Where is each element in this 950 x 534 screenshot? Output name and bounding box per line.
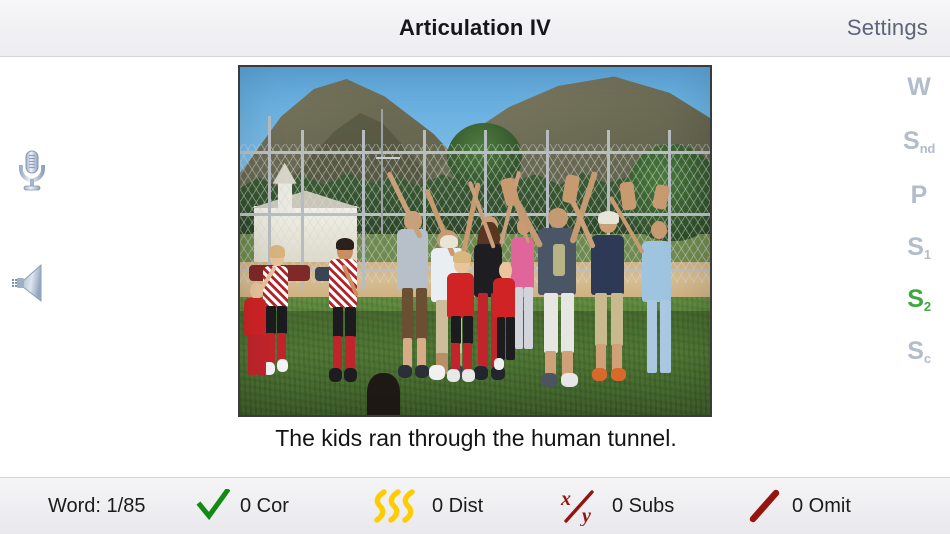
rail-letter-sub: c [923, 351, 931, 366]
stimulus-photo[interactable] [238, 65, 712, 417]
rail-letter-main: S [903, 127, 920, 155]
app-header: Articulation IV Settings [0, 0, 950, 57]
svg-text:y: y [580, 505, 591, 526]
page-title: Articulation IV [398, 15, 552, 40]
rail-item-s2[interactable]: S2 [888, 285, 950, 314]
microphone-button[interactable] [6, 145, 58, 197]
rail-letter-sub: nd [919, 141, 936, 156]
speaker-button[interactable] [6, 257, 58, 309]
rail-letter-main: W [907, 73, 931, 101]
rail-letter-sub: 2 [923, 299, 931, 314]
left-toolbar [0, 57, 64, 477]
stimulus-caption: The kids ran through the human tunnel. [275, 425, 677, 451]
distortion-stat-label: 0 Dist [432, 494, 484, 517]
rail-letter-main: S [907, 233, 924, 261]
substitution-stat-button[interactable]: x y 0 Subs [558, 488, 675, 527]
substitution-stat-label: 0 Subs [612, 494, 675, 517]
squiggles-icon [372, 489, 422, 523]
omission-stat-button[interactable]: 0 Omit [748, 489, 851, 523]
rail-item-s1[interactable]: S1 [888, 233, 950, 262]
word-counter: Word: 1/85 [48, 494, 146, 517]
status-bar: Word: 1/85 0 Cor 0 Dist x y 0 Subs 0 Omi… [0, 477, 950, 534]
checkmark-icon [196, 487, 231, 523]
main-content: The kids ran through the human tunnel. W… [0, 57, 950, 477]
microphone-icon [19, 150, 45, 191]
correct-stat-label: 0 Cor [240, 494, 289, 517]
rail-letter-main: S [907, 337, 924, 365]
rail-item-p[interactable]: P [888, 183, 950, 208]
rail-item-snd[interactable]: Snd [888, 127, 950, 156]
settings-button[interactable]: Settings [847, 0, 928, 56]
distortion-stat-button[interactable]: 0 Dist [372, 489, 483, 523]
svg-text:x: x [560, 488, 571, 510]
photo-artwork [240, 67, 710, 415]
app-root: Articulation IV Settings The kids ran th… [0, 0, 950, 534]
rail-letter-main: S [907, 285, 924, 313]
speaker-icon [12, 263, 42, 303]
rail-item-w[interactable]: W [888, 75, 950, 100]
right-toolbar: W Snd P S1 S2 Sc [888, 57, 950, 477]
slash-icon [748, 489, 782, 523]
correct-stat-button[interactable]: 0 Cor [196, 487, 289, 523]
rail-letter-main: P [910, 181, 928, 209]
rail-letter-sub: 1 [923, 247, 931, 262]
stimulus-stage: The kids ran through the human tunnel. [64, 57, 888, 477]
rail-item-sc[interactable]: Sc [888, 337, 950, 366]
x-over-y-icon: x y [558, 488, 602, 527]
omission-stat-label: 0 Omit [792, 494, 851, 517]
